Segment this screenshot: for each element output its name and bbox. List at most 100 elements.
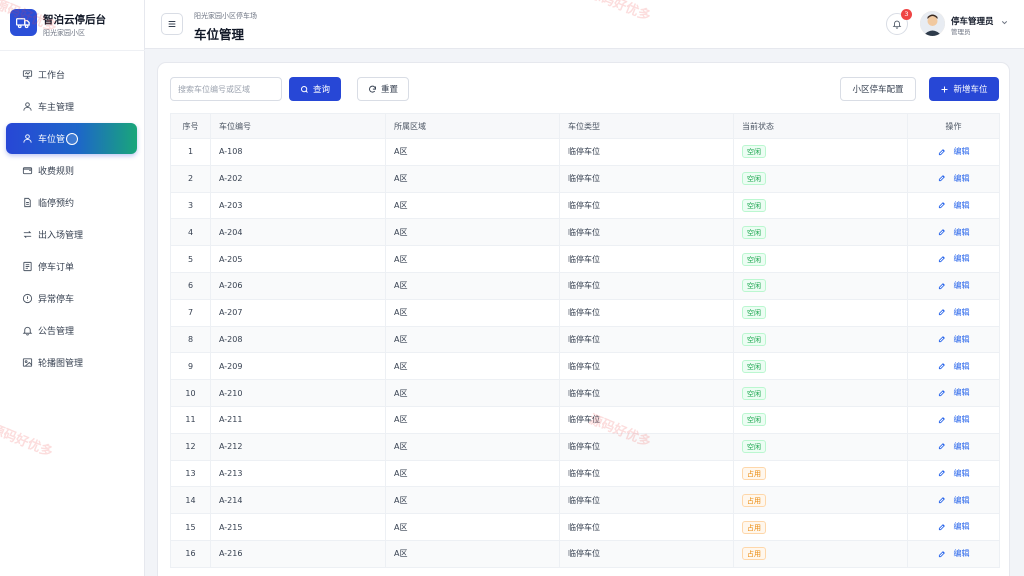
list-icon xyxy=(21,261,33,273)
edit-icon xyxy=(938,335,950,343)
cell-space-type: 临停车位 xyxy=(559,432,734,461)
cell-space-code: A-202 xyxy=(210,164,386,193)
sidebar-item-label: 收费规则 xyxy=(38,167,75,177)
edit-button[interactable]: 编辑 xyxy=(938,173,970,184)
column-header-type: 车位类型 xyxy=(559,113,734,139)
cell-space-type: 临停车位 xyxy=(559,513,734,541)
edit-button[interactable]: 编辑 xyxy=(938,387,970,398)
edit-button[interactable]: 编辑 xyxy=(938,146,970,157)
edit-label: 编辑 xyxy=(953,522,970,532)
cell-area: A区 xyxy=(385,325,560,354)
cell-actions: 编辑 xyxy=(907,379,1000,407)
cell-actions: 编辑 xyxy=(907,245,1000,273)
edit-label: 编辑 xyxy=(953,147,970,157)
sidebar-item-6[interactable]: 停车订单 xyxy=(6,251,137,282)
cell-index: 2 xyxy=(170,164,211,193)
cell-status: 空闲 xyxy=(733,164,908,193)
add-parking-space-button[interactable]: 新增车位 xyxy=(929,77,999,101)
cell-actions: 编辑 xyxy=(907,486,1000,515)
status-badge: 空闲 xyxy=(742,440,766,454)
sidebar-item-7[interactable]: 异常停车 xyxy=(6,283,137,314)
edit-label: 编辑 xyxy=(953,334,970,344)
sidebar-item-0[interactable]: 工作台 xyxy=(6,59,137,90)
table-row: 1 A-108 A区 临停车位 空闲 编辑 xyxy=(170,138,1000,166)
edit-button[interactable]: 编辑 xyxy=(938,361,970,372)
cell-space-type: 临停车位 xyxy=(559,191,734,220)
edit-button[interactable]: 编辑 xyxy=(938,200,970,211)
edit-icon xyxy=(938,201,950,209)
table-row: 5 A-205 A区 临停车位 空闲 编辑 xyxy=(170,245,1000,273)
notification-badge: 3 xyxy=(901,9,912,20)
sidebar-item-label: 轮播图管理 xyxy=(38,359,84,369)
status-badge: 空闲 xyxy=(742,172,766,186)
user-role: 管理员 xyxy=(951,28,971,36)
sidebar-item-label: 临停预约 xyxy=(38,199,75,209)
cell-space-type: 临停车位 xyxy=(559,325,734,354)
sidebar-item-label: 异常停车 xyxy=(38,295,75,305)
sidebar-item-4[interactable]: 临停预约 xyxy=(6,187,137,218)
search-input[interactable] xyxy=(170,77,282,101)
edit-icon xyxy=(938,389,950,397)
status-badge: 占用 xyxy=(742,547,766,561)
chevron-down-icon[interactable] xyxy=(1000,18,1009,30)
sidebar-item-9[interactable]: 轮播图管理 xyxy=(6,347,137,378)
cell-space-type: 临停车位 xyxy=(559,379,734,407)
column-header-code: 车位编号 xyxy=(210,113,386,139)
cell-area: A区 xyxy=(385,138,560,166)
cell-index: 4 xyxy=(170,218,211,247)
truck-logo-icon xyxy=(10,9,37,36)
top-header: 阳光家园小区停车场 车位管理 3 停车管理员 管理员 xyxy=(145,0,1024,49)
parking-space-table: 序号 车位编号 所属区域 车位类型 当前状态 操作 1 A-108 A区 临停车位 空闲… xyxy=(170,113,1000,568)
query-button-label: 查询 xyxy=(312,85,330,95)
cell-status: 占用 xyxy=(733,459,908,488)
edit-button[interactable]: 编辑 xyxy=(938,253,970,264)
add-button-label: 新增车位 xyxy=(953,85,988,95)
search-icon xyxy=(300,85,309,94)
cell-actions: 编辑 xyxy=(907,218,1000,247)
column-header-index: 序号 xyxy=(170,113,211,139)
sidebar-item-label: 工作台 xyxy=(38,71,66,81)
edit-button[interactable]: 编辑 xyxy=(938,468,970,479)
notification-button[interactable]: 3 xyxy=(886,9,912,35)
query-button[interactable]: 查询 xyxy=(289,77,341,101)
cell-index: 16 xyxy=(170,539,211,568)
edit-button[interactable]: 编辑 xyxy=(938,441,970,452)
edit-label: 编辑 xyxy=(953,468,970,478)
sidebar-item-3[interactable]: 收费规则 xyxy=(6,155,137,186)
edit-button[interactable]: 编辑 xyxy=(938,414,970,425)
brand-subtitle: 阳光家园小区 xyxy=(43,29,85,37)
community-parking-config-button[interactable]: 小区停车配置 xyxy=(840,77,916,101)
cell-area: A区 xyxy=(385,486,560,515)
cell-space-code: A-205 xyxy=(210,245,386,273)
cell-space-code: A-210 xyxy=(210,379,386,407)
image-icon xyxy=(21,357,33,369)
cell-space-code: A-207 xyxy=(210,298,386,327)
sidebar-item-8[interactable]: 公告管理 xyxy=(6,315,137,346)
cell-area: A区 xyxy=(385,539,560,568)
table-row: 2 A-202 A区 临停车位 空闲 编辑 xyxy=(170,164,1000,193)
sidebar-item-2[interactable]: 车位管 xyxy=(6,123,137,154)
edit-button[interactable]: 编辑 xyxy=(938,495,970,506)
edit-button[interactable]: 编辑 xyxy=(938,227,970,238)
sidebar-item-1[interactable]: 车主管理 xyxy=(6,91,137,122)
menu-toggle-button[interactable] xyxy=(161,13,183,35)
column-header-status: 当前状态 xyxy=(733,113,908,139)
page-title: 车位管理 xyxy=(194,27,245,42)
status-badge: 空闲 xyxy=(742,413,766,427)
edit-button[interactable]: 编辑 xyxy=(938,548,970,559)
edit-label: 编辑 xyxy=(953,549,970,559)
edit-label: 编辑 xyxy=(953,281,970,291)
cell-actions: 编辑 xyxy=(907,405,1000,434)
edit-button[interactable]: 编辑 xyxy=(938,334,970,345)
cell-actions: 编辑 xyxy=(907,271,1000,300)
cell-space-code: A-214 xyxy=(210,486,386,515)
reset-button-label: 重置 xyxy=(380,85,398,95)
edit-button[interactable]: 编辑 xyxy=(938,521,970,532)
sidebar-item-5[interactable]: 出入场管理 xyxy=(6,219,137,250)
cell-space-code: A-209 xyxy=(210,352,386,381)
edit-button[interactable]: 编辑 xyxy=(938,280,970,291)
edit-button[interactable]: 编辑 xyxy=(938,307,970,318)
brand-title: 智泊云停后台 xyxy=(43,14,106,26)
reset-button[interactable]: 重置 xyxy=(357,77,409,101)
avatar[interactable] xyxy=(920,11,945,36)
